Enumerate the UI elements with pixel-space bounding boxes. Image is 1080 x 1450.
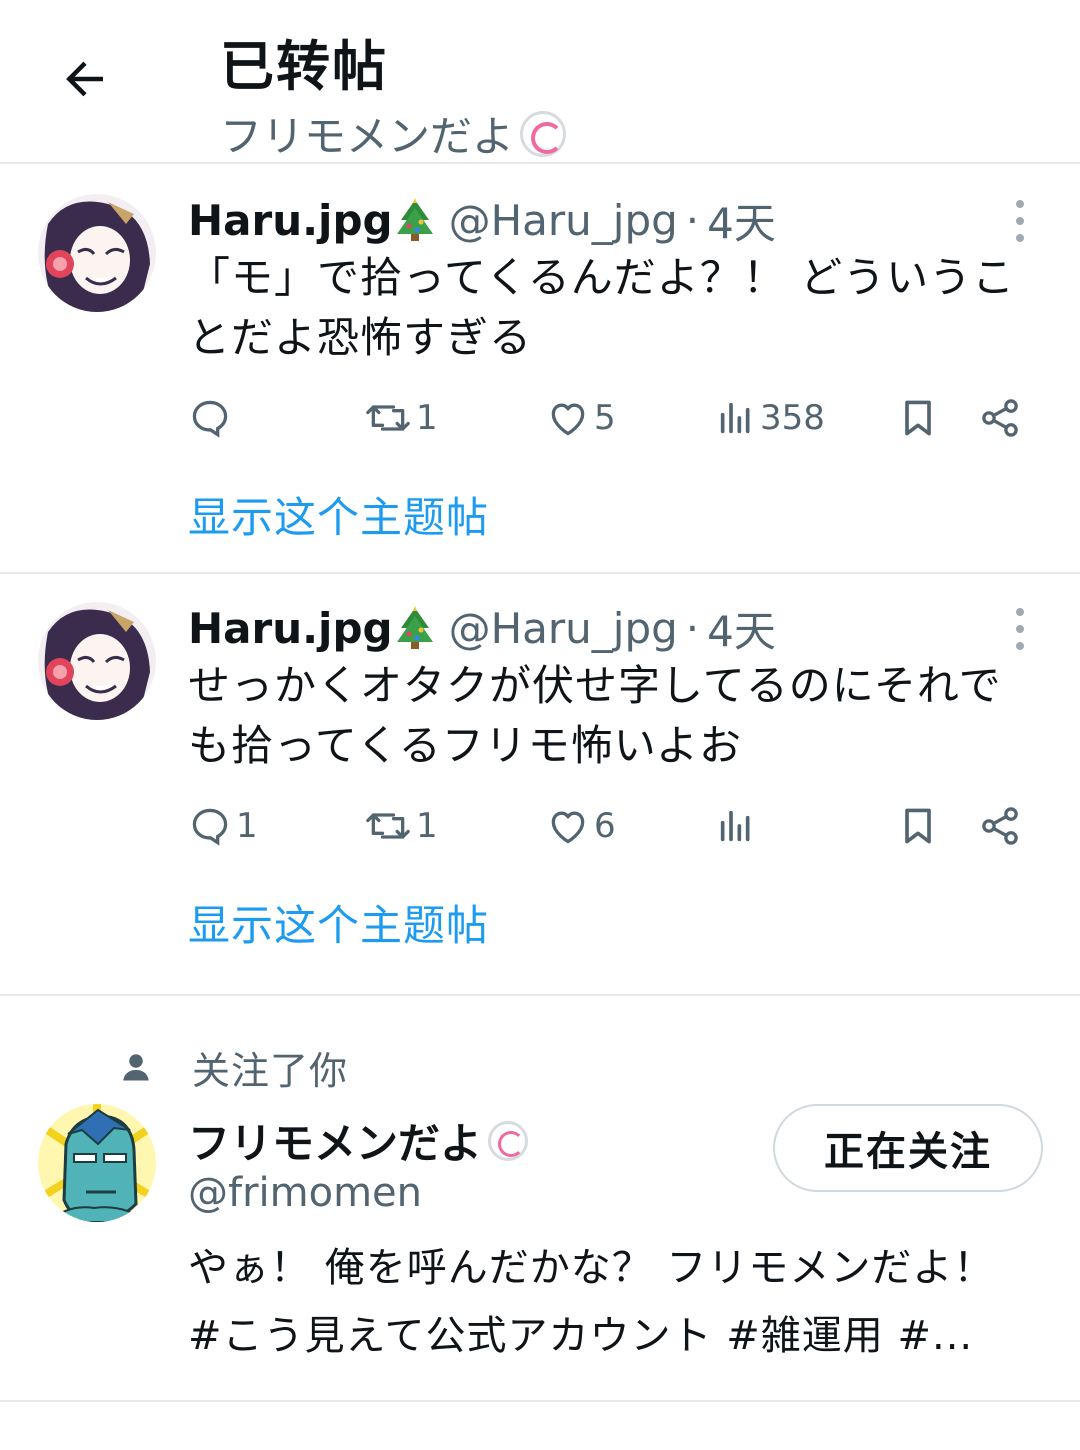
show-thread-link[interactable]: 显示这个主题帖 [188, 484, 489, 545]
person-icon [123, 1054, 149, 1081]
back-button[interactable] [50, 44, 120, 114]
top-bar: 已转帖 フリモメンだよ [0, 0, 1080, 164]
avatar[interactable] [38, 194, 156, 312]
share-icon [982, 399, 1018, 437]
follower-display-name-row[interactable]: フリモメンだよ [188, 1110, 529, 1171]
like-button[interactable]: 6 [546, 796, 616, 856]
reply-icon [192, 808, 228, 846]
tweet-text-line: も拾ってくるフリモ怖いよお [188, 721, 742, 770]
tweet-time[interactable]: 4天 [707, 190, 776, 251]
bookmark-icon [905, 400, 931, 436]
more-options-icon[interactable] [1002, 196, 1038, 246]
author-display-name[interactable]: Haru.jpg [188, 604, 393, 653]
tweet-actions: 1 5 358 [188, 388, 1038, 448]
tweet-author-line: Haru.jpg @Haru_jpg · 4天 [188, 600, 776, 656]
christmas-tree-emoji-icon [395, 606, 435, 650]
retweet-count: 1 [416, 806, 438, 846]
reply-count: 1 [236, 806, 258, 846]
tweet-text-line: せっかくオタクが伏せ字してるのにそれで [188, 661, 1002, 710]
bookmark-icon [905, 808, 931, 844]
tweet-text: せっかくオタクが伏せ字してるのにそれで も拾ってくるフリモ怖いよお [188, 656, 1048, 776]
reply-button[interactable] [188, 388, 236, 448]
follow-notification-card[interactable]: 关注了你 フリモメンだよ @frimomen 正在关注 やぁ！ 俺を呼んだかな？… [0, 996, 1080, 1402]
reply-icon [192, 400, 228, 438]
follower-display-name[interactable]: フリモメンだよ [188, 1110, 482, 1171]
page-subtitle-text: フリモメンだよ [220, 112, 515, 161]
page-subtitle: フリモメンだよ [220, 103, 567, 164]
avatar-cartoon-hero-icon [38, 1104, 156, 1222]
separator-dot: · [685, 195, 700, 245]
view-count: 358 [760, 398, 825, 438]
page-title: 已转帖 [220, 35, 388, 98]
follower-handle[interactable]: @frimomen [188, 1170, 422, 1216]
tweet-author-line: Haru.jpg @Haru_jpg · 4天 [188, 192, 776, 248]
more-options-icon[interactable] [1002, 604, 1038, 654]
like-count: 6 [594, 806, 616, 846]
share-icon [982, 807, 1018, 845]
retweet-count: 1 [416, 398, 438, 438]
like-count: 5 [594, 398, 616, 438]
views-chart-icon [720, 810, 750, 842]
follow-notice-label: 关注了你 [192, 1048, 349, 1093]
views-button[interactable]: 358 [716, 388, 825, 448]
like-button[interactable]: 5 [546, 388, 616, 448]
tweet-time[interactable]: 4天 [707, 598, 776, 659]
naruto-emoji-icon [520, 110, 567, 157]
bio-line: #こう見えて公式アカウント #雑運用 #... [188, 1313, 974, 1359]
show-thread-link[interactable]: 显示这个主题帖 [188, 892, 489, 953]
avatar[interactable] [38, 602, 156, 720]
follow-notice: 关注了你 [118, 1042, 349, 1093]
bookmark-button[interactable] [896, 388, 940, 448]
tweet-text-line: とだよ恐怖すぎる [188, 313, 533, 362]
naruto-emoji-icon [488, 1120, 529, 1161]
views-chart-icon [720, 402, 750, 434]
retweet-button[interactable]: 1 [364, 388, 438, 448]
tweet-card[interactable]: Haru.jpg @Haru_jpg · 4天 せっかくオタクが伏せ字してるのに… [0, 574, 1080, 996]
tweet-card[interactable]: Haru.jpg @Haru_jpg · 4天 「モ」で拾ってくるんだよ？！ ど… [0, 166, 1080, 574]
christmas-tree-emoji-icon [395, 198, 435, 242]
author-handle[interactable]: @Haru_jpg [449, 604, 678, 653]
bio-line: やぁ！ 俺を呼んだかな？ フリモメンだよ！ [188, 1245, 995, 1291]
share-button[interactable] [978, 388, 1022, 448]
follower-bio: やぁ！ 俺を呼んだかな？ フリモメンだよ！ #こう見えて公式アカウント #雑運用… [188, 1234, 1048, 1370]
avatar-anime-character-icon [38, 602, 156, 720]
avatar-anime-character-icon [38, 194, 156, 312]
separator-dot: · [685, 603, 700, 653]
retweet-button[interactable]: 1 [364, 796, 438, 856]
tweet-text: 「モ」で拾ってくるんだよ？！ どういうこ とだよ恐怖すぎる [188, 248, 1048, 368]
bookmark-button[interactable] [896, 796, 940, 856]
author-display-name[interactable]: Haru.jpg [188, 196, 393, 245]
tweet-actions: 1 1 6 [188, 796, 1038, 856]
heart-icon [551, 811, 585, 844]
tweet-text-line: 「モ」で拾ってくるんだよ？！ どういうこ [188, 253, 1016, 302]
heart-icon [551, 403, 585, 436]
following-button[interactable]: 正在关注 [773, 1104, 1043, 1192]
arrow-left-icon [66, 61, 103, 97]
views-button[interactable] [716, 796, 760, 856]
retweet-icon [366, 813, 410, 839]
reply-button[interactable]: 1 [188, 796, 258, 856]
author-handle[interactable]: @Haru_jpg [449, 196, 678, 245]
retweet-icon [366, 405, 410, 431]
share-button[interactable] [978, 796, 1022, 856]
avatar[interactable] [38, 1104, 156, 1222]
